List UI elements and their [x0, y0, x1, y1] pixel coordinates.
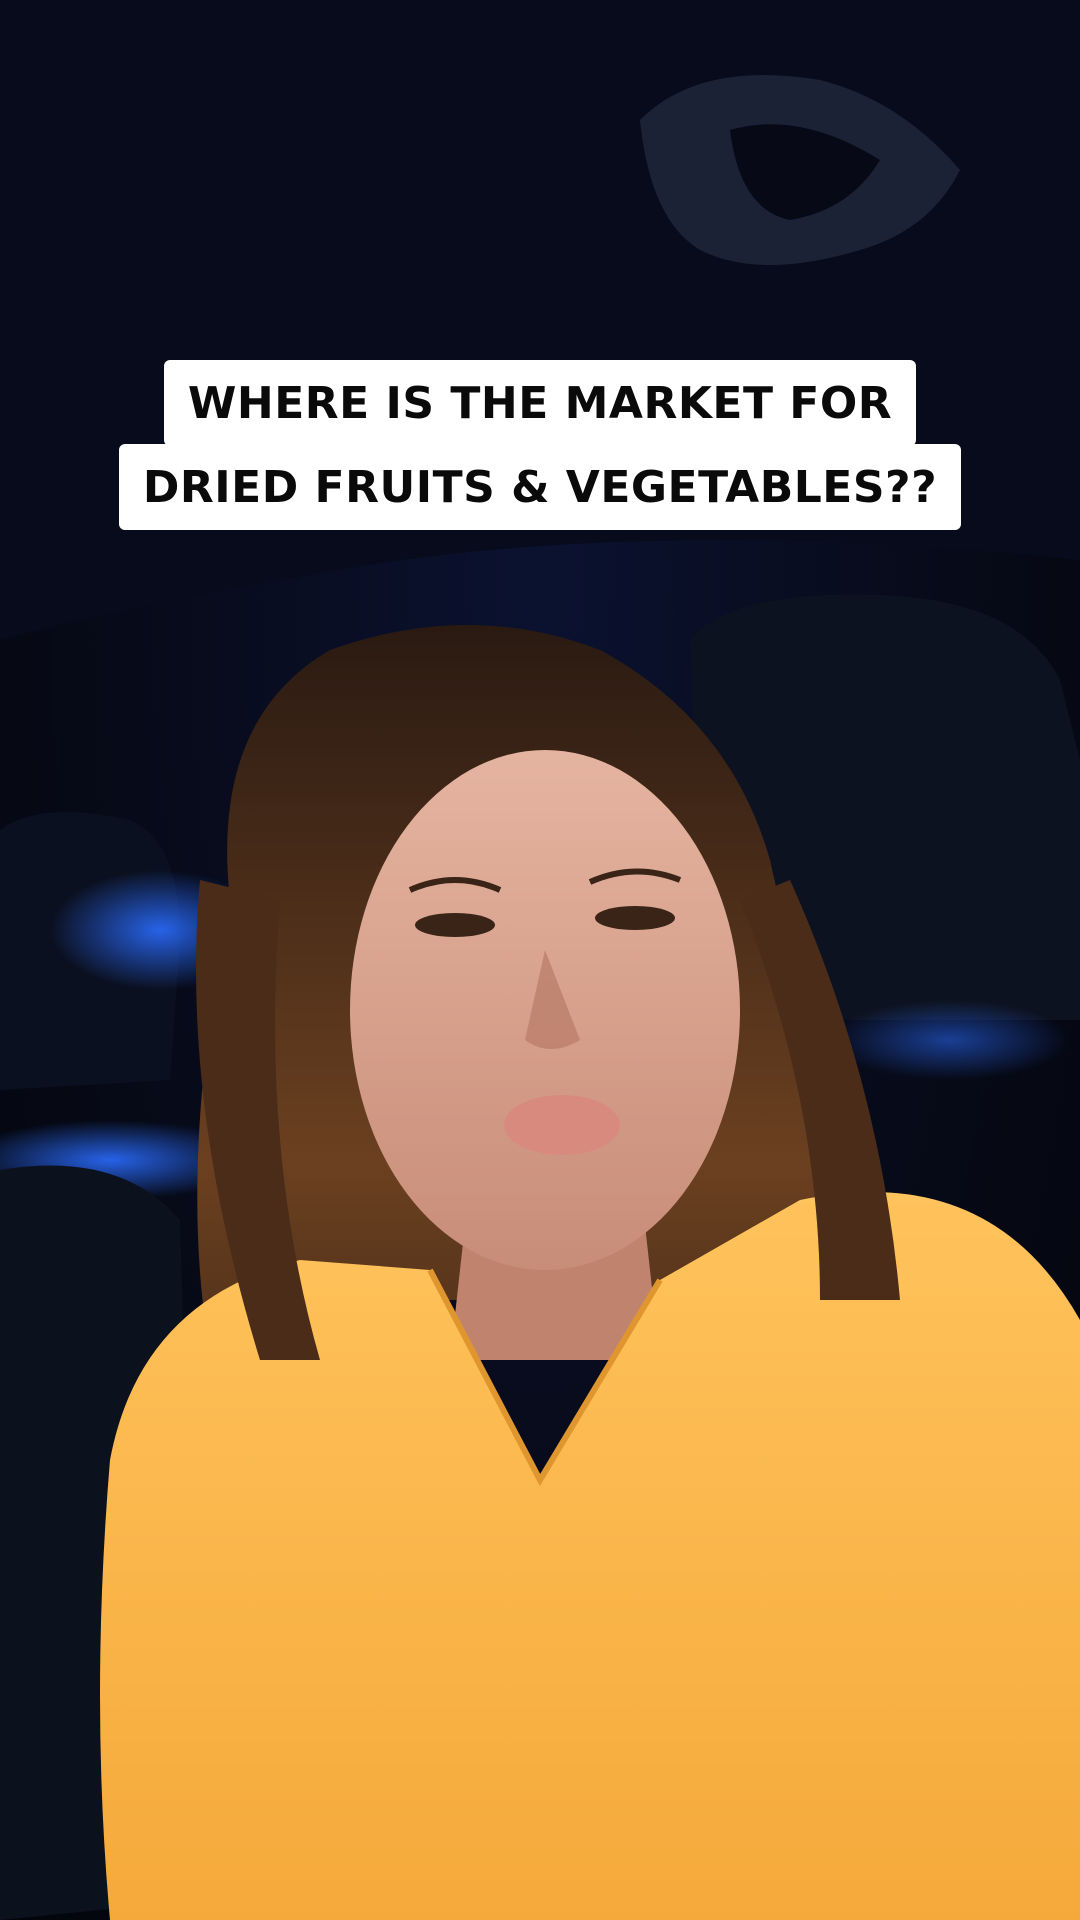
lips — [504, 1095, 620, 1155]
right-ambient-light — [830, 1000, 1070, 1080]
caption-line-1: WHERE IS THE MARKET FOR — [163, 360, 917, 446]
right-eye — [595, 906, 675, 930]
left-eye — [415, 913, 495, 937]
caption-overlay: WHERE IS THE MARKET FOR DRIED FRUITS & V… — [0, 360, 1080, 530]
car-headliner — [0, 0, 1080, 640]
video-frame[interactable]: WHERE IS THE MARKET FOR DRIED FRUITS & V… — [0, 0, 1080, 1920]
caption-line-2: DRIED FRUITS & VEGETABLES?? — [118, 444, 962, 530]
video-scene — [0, 0, 1080, 1920]
